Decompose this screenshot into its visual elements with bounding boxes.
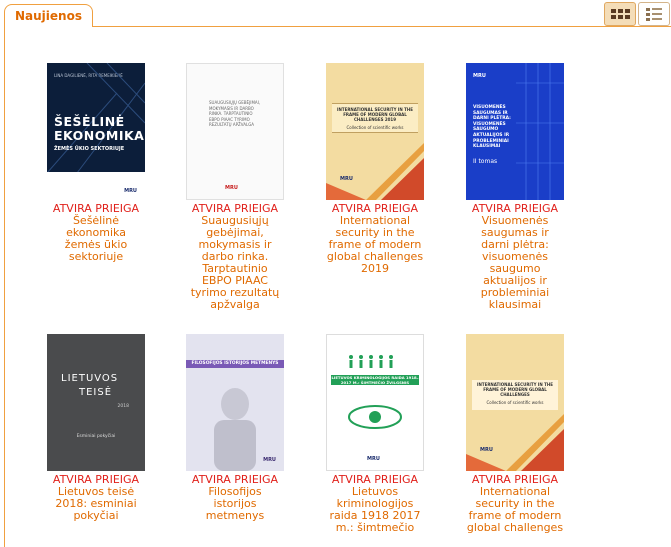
cover-title: VISUOMENĖS SAUGUMAS IR DARNI PLĖTRA: VIS…: [473, 105, 511, 150]
book-title[interactable]: Visuomenės saugumas ir darni plėtra: vis…: [460, 215, 570, 311]
publisher-logo: MRU: [225, 185, 238, 191]
publisher-logo: MRU: [473, 73, 486, 79]
book-item[interactable]: SUAUGUSIŲJŲ GEBĖJIMAI, MOKYMASIS IR DARB…: [180, 63, 290, 311]
cover-year: 2018: [117, 404, 129, 409]
grid-view-button[interactable]: [604, 2, 636, 26]
book-cover[interactable]: FILOSOFIJOS ISTORIJOS METMENYS MRU: [186, 334, 284, 471]
book-cover[interactable]: LIETUVOS KRIMINOLOGIJOS RAIDA 1918–2017 …: [326, 334, 424, 471]
cover-title: LIETUVOS KRIMINOLOGIJOS RAIDA 1918–2017 …: [331, 375, 419, 385]
cover-volume: II tomas: [473, 158, 498, 165]
book-item[interactable]: INTERNATIONAL SECURITY IN THE FRAME OF M…: [320, 63, 430, 275]
cover-subtitle: Esminiai pokyčiai: [76, 434, 116, 439]
list-view-icon: [646, 7, 662, 21]
cover-title: ŠEŠĖLINĖ EKONOMIKA: [54, 114, 145, 143]
book-title[interactable]: Filosofijos istorijos metmenys: [180, 486, 290, 522]
cover-title: SUAUGUSIŲJŲ GEBĖJIMAI, MOKYMASIS IR DARB…: [209, 100, 261, 127]
book-cover[interactable]: INTERNATIONAL SECURITY IN THE FRAME OF M…: [326, 63, 424, 200]
book-item[interactable]: LIETUVOS TEISĖ 2018 Esminiai pokyčiai AT…: [41, 334, 151, 522]
book-cover[interactable]: LINA DAGILIENĖ, RITA REMEIKIENĖ ŠEŠĖLINĖ…: [47, 63, 145, 200]
tab-naujienos[interactable]: Naujienos: [4, 4, 93, 27]
book-item[interactable]: FILOSOFIJOS ISTORIJOS METMENYS MRU ATVIR…: [180, 334, 290, 522]
book-title[interactable]: Lietuvos teisė 2018: esminiai pokyčiai: [41, 486, 151, 522]
book-title[interactable]: Lietuvos kriminologijos raida 1918 2017 …: [320, 486, 430, 534]
book-item[interactable]: MRU VISUOMENĖS SAUGUMAS IR DARNI PLĖTRA:…: [460, 63, 570, 311]
book-title[interactable]: International security in the frame of m…: [320, 215, 430, 275]
book-item[interactable]: INTERNATIONAL SECURITY IN THE FRAME OF M…: [460, 334, 570, 534]
publisher-logo: MRU: [340, 176, 353, 182]
cover-title: LIETUVOS TEISĖ: [61, 373, 119, 398]
book-title[interactable]: Šešėlinė ekonomika žemės ūkio sektoriuje: [41, 215, 151, 263]
publisher-logo: MRU: [480, 447, 493, 453]
book-cover[interactable]: INTERNATIONAL SECURITY IN THE FRAME OF M…: [466, 334, 564, 471]
cover-subtitle: ŽEMĖS ŪKIO SEKTORIUJE: [54, 146, 125, 152]
statue-image: [214, 388, 256, 471]
book-item[interactable]: LINA DAGILIENĖ, RITA REMEIKIENĖ ŠEŠĖLINĖ…: [41, 63, 151, 263]
cover-figures: [348, 355, 402, 429]
book-title[interactable]: International security in the frame of m…: [460, 486, 570, 534]
grid-view-icon: [610, 9, 630, 19]
list-view-button[interactable]: [638, 2, 670, 26]
book-item[interactable]: LIETUVOS KRIMINOLOGIJOS RAIDA 1918–2017 …: [320, 334, 430, 534]
book-cover[interactable]: SUAUGUSIŲJŲ GEBĖJIMAI, MOKYMASIS IR DARB…: [186, 63, 284, 200]
publisher-logo: MRU: [124, 188, 137, 194]
publisher-logo: MRU: [367, 456, 380, 462]
publisher-logo: MRU: [263, 457, 276, 463]
book-title[interactable]: Suaugusiųjų gebėjimai, mokymasis ir darb…: [180, 215, 290, 311]
book-cover[interactable]: LIETUVOS TEISĖ 2018 Esminiai pokyčiai: [47, 334, 145, 471]
cover-footer: [47, 172, 145, 200]
book-cover[interactable]: MRU VISUOMENĖS SAUGUMAS IR DARNI PLĖTRA:…: [466, 63, 564, 200]
